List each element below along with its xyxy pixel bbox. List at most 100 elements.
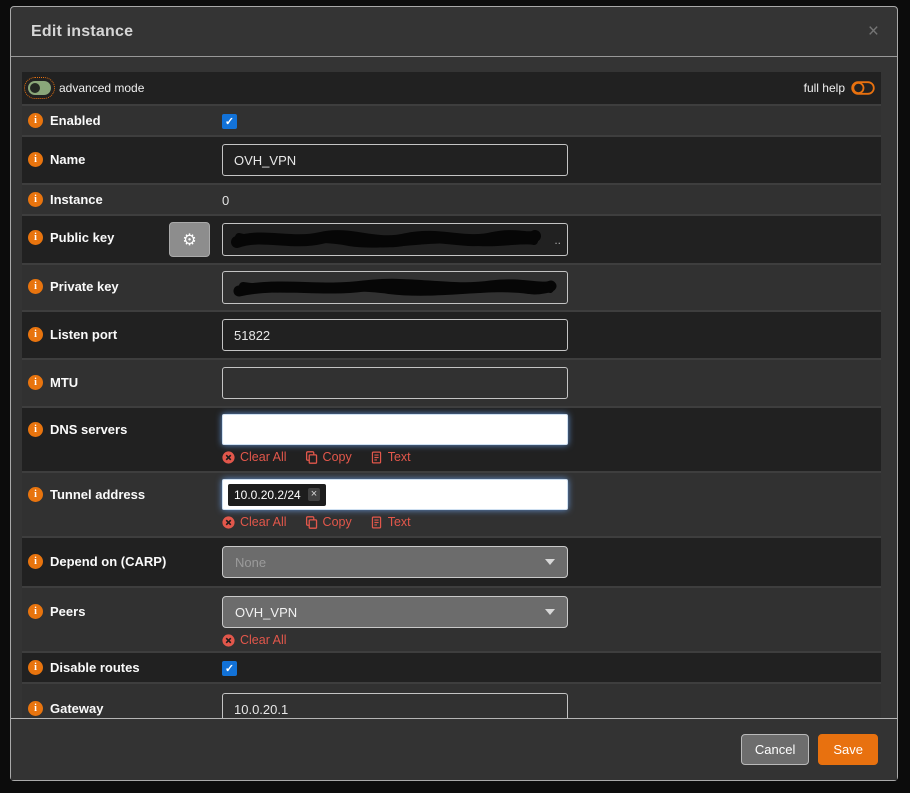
name-label: Name: [50, 152, 86, 167]
info-icon[interactable]: i: [28, 487, 43, 502]
listen-port-input[interactable]: [222, 319, 568, 351]
full-help-toggle[interactable]: full help: [804, 81, 875, 95]
enabled-label: Enabled: [50, 113, 101, 128]
dialog-body: advanced mode full help i Enabled ✓ i Na…: [11, 57, 897, 718]
gear-icon: ⚙: [182, 230, 197, 249]
peers-label: Peers: [50, 604, 86, 619]
gateway-input[interactable]: [222, 693, 568, 718]
file-text-icon: [371, 451, 381, 463]
depend-carp-value: None: [235, 554, 267, 570]
gateway-label: Gateway: [50, 701, 104, 716]
advanced-mode-toggle[interactable]: [24, 77, 55, 99]
field-row-disable-routes: i Disable routes ✓: [22, 653, 881, 684]
field-row-public-key: i Public key ⚙ ..: [22, 216, 881, 265]
public-key-label: Public key: [50, 230, 115, 245]
private-key-label: Private key: [50, 279, 119, 294]
info-icon[interactable]: i: [28, 113, 43, 128]
tunnel-address-token-input[interactable]: 10.0.20.2/24 ×: [222, 479, 568, 510]
edit-instance-dialog: Edit instance × advanced mode full help …: [10, 6, 898, 781]
form-table: advanced mode full help i Enabled ✓ i Na…: [22, 72, 881, 718]
disable-routes-checkbox[interactable]: ✓: [222, 661, 237, 676]
instance-value: 0: [222, 193, 230, 208]
peers-value: OVH_VPN: [235, 604, 298, 620]
help-toolbar-row: advanced mode full help: [22, 72, 881, 106]
copy-label: Copy: [322, 515, 352, 529]
depend-carp-label: Depend on (CARP): [50, 554, 167, 569]
redaction-scribble: [231, 230, 541, 248]
copy-pages-icon: [305, 515, 317, 529]
info-icon[interactable]: i: [28, 701, 43, 716]
tunnel-clear-all-link[interactable]: Clear All: [222, 515, 287, 529]
close-icon[interactable]: ×: [868, 22, 879, 41]
field-row-mtu: i MTU: [22, 360, 881, 408]
field-row-depend-carp: i Depend on (CARP) None: [22, 538, 881, 588]
field-row-listen-port: i Listen port: [22, 312, 881, 360]
toggle-knob-icon: [30, 83, 40, 93]
copy-label: Copy: [322, 450, 352, 464]
tunnel-address-label: Tunnel address: [50, 487, 146, 502]
info-icon[interactable]: i: [28, 604, 43, 619]
mtu-input[interactable]: [222, 367, 568, 399]
peers-select[interactable]: OVH_VPN: [222, 596, 568, 628]
info-icon[interactable]: i: [28, 554, 43, 569]
depend-carp-select[interactable]: None: [222, 546, 568, 578]
dns-servers-token-input[interactable]: [222, 414, 568, 445]
field-row-instance: i Instance 0: [22, 185, 881, 216]
dns-servers-label: DNS servers: [50, 422, 128, 437]
redaction-scribble: [233, 278, 557, 297]
full-help-toggle-icon: [851, 81, 875, 95]
clear-all-label: Clear All: [240, 515, 287, 529]
field-row-private-key: i Private key: [22, 265, 881, 312]
caret-down-icon: [545, 609, 555, 615]
peers-clear-all-link[interactable]: Clear All: [222, 633, 287, 647]
dns-text-link[interactable]: Text: [370, 450, 411, 464]
circle-x-icon: [222, 515, 235, 529]
generate-key-button[interactable]: ⚙: [169, 222, 210, 257]
dns-clear-all-link[interactable]: Clear All: [222, 450, 287, 464]
caret-down-icon: [545, 559, 555, 565]
text-label: Text: [387, 450, 411, 464]
token-chip: 10.0.20.2/24 ×: [228, 483, 327, 506]
dialog-header: Edit instance ×: [11, 7, 897, 57]
info-icon[interactable]: i: [28, 192, 43, 207]
disable-routes-label: Disable routes: [50, 660, 140, 675]
info-icon[interactable]: i: [28, 660, 43, 675]
name-input[interactable]: [222, 144, 568, 176]
tunnel-text-link[interactable]: Text: [370, 515, 411, 529]
field-row-gateway: i Gateway: [22, 684, 881, 718]
private-key-input[interactable]: [222, 271, 568, 304]
overflow-hint: ..: [554, 232, 561, 247]
circle-x-icon: [222, 633, 235, 647]
field-row-peers: i Peers OVH_VPN Clear All: [22, 588, 881, 653]
token-value: 10.0.20.2/24: [234, 487, 301, 502]
clear-all-label: Clear All: [240, 633, 287, 647]
info-icon[interactable]: i: [28, 375, 43, 390]
mtu-label: MTU: [50, 375, 79, 390]
info-icon[interactable]: i: [28, 327, 43, 342]
listen-port-label: Listen port: [50, 327, 118, 342]
field-row-dns-servers: i DNS servers Clear All Copy Text: [22, 408, 881, 473]
advanced-mode-label: advanced mode: [59, 81, 145, 95]
field-row-enabled: i Enabled ✓: [22, 106, 881, 137]
info-icon[interactable]: i: [28, 152, 43, 167]
info-icon[interactable]: i: [28, 230, 43, 245]
dialog-footer: Cancel Save: [11, 718, 897, 780]
copy-pages-icon: [305, 450, 317, 464]
instance-label: Instance: [50, 192, 103, 207]
file-text-icon: [371, 516, 381, 528]
field-row-tunnel-address: i Tunnel address 10.0.20.2/24 × Clear Al…: [22, 473, 881, 538]
dialog-title: Edit instance: [31, 22, 134, 40]
token-remove-icon[interactable]: ×: [307, 488, 321, 501]
save-button[interactable]: Save: [818, 734, 878, 765]
info-icon[interactable]: i: [28, 279, 43, 294]
enabled-checkbox[interactable]: ✓: [222, 114, 237, 129]
clear-all-label: Clear All: [240, 450, 287, 464]
public-key-input[interactable]: ..: [222, 223, 568, 256]
dns-copy-link[interactable]: Copy: [305, 450, 352, 464]
circle-x-icon: [222, 450, 235, 464]
tunnel-copy-link[interactable]: Copy: [305, 515, 352, 529]
full-help-label: full help: [803, 81, 845, 95]
cancel-button[interactable]: Cancel: [740, 734, 810, 765]
info-icon[interactable]: i: [28, 422, 43, 437]
field-row-name: i Name: [22, 137, 881, 185]
